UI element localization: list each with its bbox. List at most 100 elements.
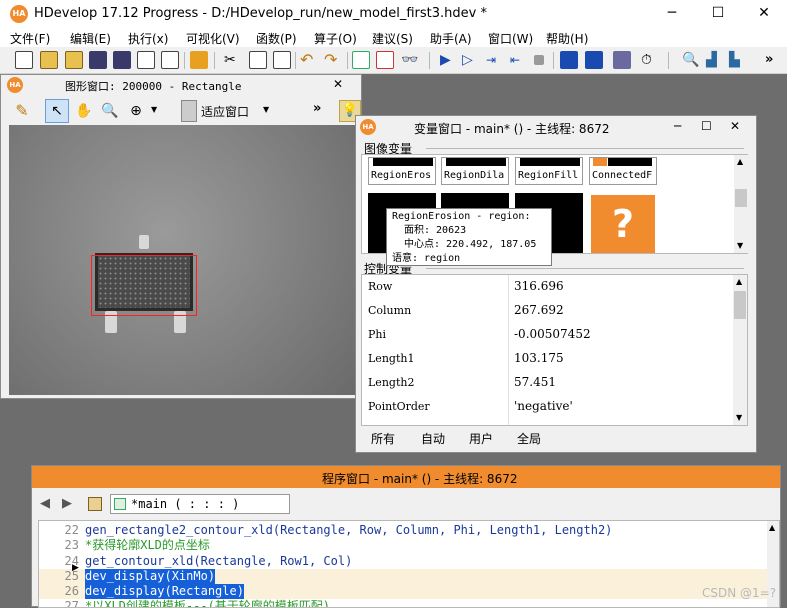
timer-icon[interactable]: ⏱ [641,51,659,69]
save-all-icon[interactable] [113,51,131,69]
export-icon[interactable] [161,51,179,69]
maximize-button[interactable]: ☐ [695,0,741,27]
menu-assistants[interactable]: 助手(A) [430,30,472,47]
tab-global[interactable]: 全局 [517,430,541,446]
forward-arrow-icon[interactable]: ▶ [62,496,72,511]
code-line[interactable]: 25 dev_display(XinMo) [39,569,779,584]
profiler-icon[interactable] [613,51,631,69]
stop-icon[interactable] [534,55,544,65]
minimize-button[interactable]: ─ [649,0,695,27]
icon-var-connected[interactable]: ConnectedF [589,157,657,185]
reset-icon[interactable] [560,51,578,69]
print-icon[interactable] [137,51,155,69]
control-scrollbar[interactable]: ▲ ▼ [733,275,747,425]
menu-visualize[interactable]: 可视化(V) [186,30,240,47]
redo-icon[interactable]: ↷ [324,51,342,69]
table-row[interactable]: Column 267.692 [362,299,735,323]
scroll-up-icon[interactable]: ▲ [737,157,743,166]
delete-line-icon[interactable] [376,51,394,69]
code-line[interactable]: 22 gen_rectangle2_contour_xld(Rectangle, … [39,523,779,538]
title-bar: HA HDevelop 17.12 Progress - D:/HDevelop… [0,0,787,27]
zoom-in-icon[interactable]: ⊕ [125,100,147,122]
close-button[interactable]: ✕ [741,0,787,27]
variable-window-close-button[interactable]: ✕ [730,119,740,133]
code-line[interactable]: 26 dev_display(Rectangle) [39,584,779,599]
variable-window-title: 变量窗口 - main* () - 主线程: 8672 [414,122,610,136]
tab-all[interactable]: 所有 [371,430,395,446]
step-out-icon[interactable]: ⇤ [510,51,528,69]
code-line[interactable]: 23 *获得轮廓XLD的点坐标 [39,538,779,553]
code-editor[interactable]: 22 gen_rectangle2_contour_xld(Rectangle, … [38,520,780,608]
table-row[interactable]: Phi -0.00507452 [362,323,735,347]
icon-var-region-fill[interactable]: RegionFill [515,157,583,185]
open-folder-icon[interactable] [40,51,58,69]
graphics-window-close-button[interactable]: ✕ [333,77,343,91]
code-line[interactable]: 24 get_contour_xld(Rectangle, Row1, Col) [39,554,779,569]
iconic-scrollbar[interactable]: ▲ ▼ [734,155,748,253]
tab-user[interactable]: 用户 [469,430,493,446]
scroll-up-icon[interactable]: ▲ [736,277,742,286]
fit-window-icon[interactable] [181,100,197,122]
stop-program-icon[interactable] [585,51,603,69]
magnifier-icon[interactable]: 🔍 [99,100,121,122]
procedure-selector[interactable]: *main ( : : : ) [110,494,290,514]
clipboard-icon[interactable] [88,497,102,511]
image-canvas[interactable] [9,125,355,395]
table-row[interactable]: Length1 103.175 [362,347,735,371]
new-file-icon[interactable] [15,51,33,69]
question-mark-icon[interactable]: ? [591,195,655,253]
menu-suggestions[interactable]: 建议(S) [372,30,413,47]
run-icon[interactable]: ▶ [440,51,458,69]
graphics-window-titlebar[interactable]: HA 图形窗口: 200000 - Rectangle ✕ [1,75,361,95]
graphics-toolbar-overflow[interactable]: » [313,101,321,116]
menu-file[interactable]: 文件(F) [10,30,50,47]
menu-procedures[interactable]: 函数(P) [256,30,297,47]
table-row[interactable]: Row 316.696 [362,275,735,299]
toolbar-overflow-icon[interactable]: » [765,52,773,67]
section-divider [426,148,744,149]
pointer-icon[interactable]: ↖ [45,99,69,123]
variable-window-maximize-button[interactable]: ☐ [701,119,712,133]
step-over-icon[interactable]: ▷ [462,51,480,69]
chevron-down-icon[interactable]: ▼ [263,105,269,114]
open-program-icon[interactable] [65,51,83,69]
menu-operators[interactable]: 算子(O) [314,30,357,47]
paste-icon[interactable] [273,51,291,69]
step-into-icon[interactable]: ⇥ [486,51,504,69]
undo-icon[interactable]: ↶ [300,51,318,69]
table-row[interactable]: Length2 57.451 [362,371,735,395]
scroll-down-icon[interactable]: ▼ [736,413,742,422]
zoom-graphics-icon[interactable]: 🔍 [682,51,700,69]
save-icon[interactable] [89,51,107,69]
icon-var-region-erosion[interactable]: RegionEros [368,157,436,185]
insert-line-icon[interactable] [352,51,370,69]
table-row[interactable]: PointOrder'negative' [362,395,735,419]
tab-auto[interactable]: 自动 [421,430,445,446]
scroll-down-icon[interactable]: ▼ [737,241,743,250]
pencil-icon[interactable]: ✎ [11,100,33,122]
toolbar-separator [668,52,669,69]
scroll-up-icon[interactable]: ▲ [769,523,775,532]
cut-icon[interactable]: ✂ [224,51,242,69]
menu-help[interactable]: 帮助(H) [546,30,588,47]
menu-edit[interactable]: 编辑(E) [70,30,111,47]
hand-pan-icon[interactable]: ✋ [73,100,95,122]
icon-var-region-dilation[interactable]: RegionDila [441,157,509,185]
feature-histogram-icon[interactable]: ▙ [729,51,747,69]
fit-window-label[interactable]: 适应窗口 [201,103,249,120]
variable-window-minimize-button[interactable]: ─ [674,119,681,133]
variable-window-titlebar[interactable]: HA 变量窗口 - main* () - 主线程: 8672 ─ ☐ ✕ [356,116,756,138]
copy-icon[interactable] [249,51,267,69]
gray-histogram-icon[interactable]: ▟ [706,51,724,69]
back-arrow-icon[interactable]: ◀ [40,496,50,511]
procedure-name: *main ( : : : ) [131,497,240,511]
program-window-titlebar[interactable]: 程序窗口 - main* () - 主线程: 8672 [32,466,780,488]
menu-window[interactable]: 窗口(W) [488,30,533,47]
scroll-thumb[interactable] [734,291,746,319]
chevron-down-icon[interactable]: ▼ [151,105,157,114]
toolbar-separator [347,52,348,69]
procedure-icon[interactable] [190,51,208,69]
find-icon[interactable]: 👓 [401,51,419,69]
menu-execute[interactable]: 执行(x) [128,30,168,47]
scroll-thumb[interactable] [735,189,747,207]
